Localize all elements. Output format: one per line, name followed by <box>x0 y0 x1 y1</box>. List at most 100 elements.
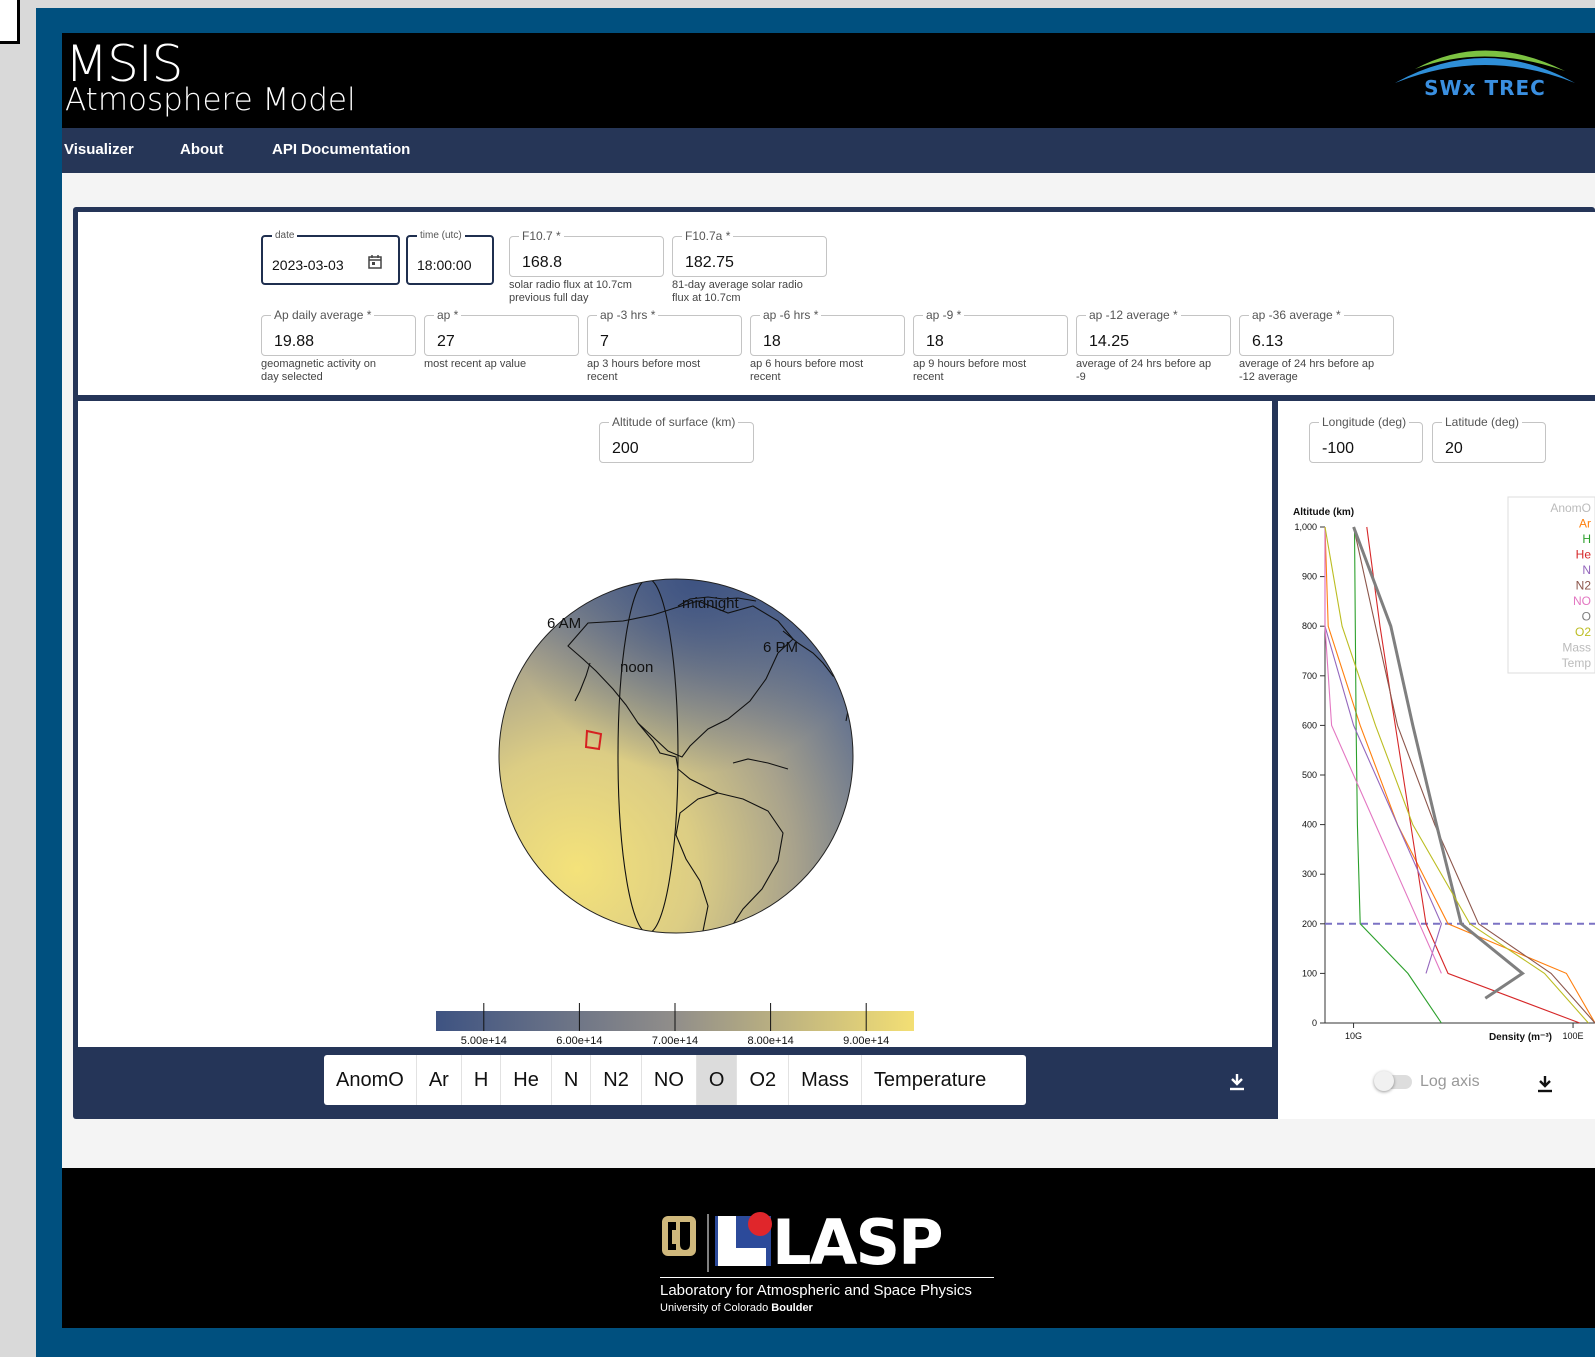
log-axis-toggle[interactable] <box>1374 1071 1414 1091</box>
ap-6hrs-value: 18 <box>763 333 781 350</box>
species-button-temperature[interactable]: Temperature <box>862 1055 998 1105</box>
ap-12-average-field[interactable]: ap -12 average * 14.25 <box>1076 308 1231 356</box>
f107a-label: F10.7a * <box>682 229 734 243</box>
cu-logo <box>662 1216 696 1256</box>
species-button-n2[interactable]: N2 <box>591 1055 642 1105</box>
time-field[interactable]: time (utc) 18:00:00 <box>406 230 494 285</box>
ap-36-average-value: 6.13 <box>1252 333 1284 350</box>
species-button-ar[interactable]: Ar <box>417 1055 462 1105</box>
species-button-no[interactable]: NO <box>642 1055 697 1105</box>
y-tick-label: 700 <box>1302 671 1317 681</box>
series-line-no <box>1324 527 1442 974</box>
ap-daily-label: Ap daily average * <box>271 308 375 322</box>
ap-field[interactable]: ap * 27 <box>424 308 579 356</box>
y-axis-title: Altitude (km) <box>1293 507 1354 518</box>
legend-item-no[interactable]: NO <box>1573 594 1591 608</box>
ap-36-average-help: average of 24 hrs before ap -12 average <box>1239 358 1375 383</box>
y-tick-label: 0 <box>1312 1018 1317 1028</box>
app-subtitle: Atmosphere Model <box>65 82 356 118</box>
legend-item-temp[interactable]: Temp <box>1562 656 1592 670</box>
lasp-logo[interactable]: LASP <box>660 1208 1000 1278</box>
download-map-icon[interactable] <box>1226 1071 1248 1093</box>
globe: 6 AM midnight noon 6 PM <box>498 578 854 934</box>
ap-36-average-label: ap -36 average * <box>1249 308 1344 322</box>
species-button-o2[interactable]: O2 <box>737 1055 790 1105</box>
species-button-h[interactable]: H <box>462 1055 502 1105</box>
legend-item-ar[interactable]: Ar <box>1579 517 1591 531</box>
ap-6hrs-field[interactable]: ap -6 hrs * 18 <box>750 308 905 356</box>
ap-daily-value: 19.88 <box>274 333 315 350</box>
latitude-label: Latitude (deg) <box>1442 415 1523 429</box>
f107a-field[interactable]: F10.7a * 182.75 <box>672 229 827 277</box>
footer: LASP Laboratory for Atmospheric and Spac… <box>62 1168 1595 1328</box>
species-button-mass[interactable]: Mass <box>789 1055 862 1105</box>
y-tick-label: 900 <box>1302 572 1317 582</box>
ap-3hrs-help: ap 3 hours before most recent <box>587 358 701 383</box>
log-axis-label: Log axis <box>1420 1073 1480 1090</box>
nav-api-documentation[interactable]: API Documentation <box>272 141 410 158</box>
density-profile-chart[interactable]: Altitude (km) Density (m⁻³) 0 100 200 300 40… <box>1278 491 1595 1051</box>
legend-item-n[interactable]: N <box>1582 563 1591 577</box>
toggle-knob <box>1374 1071 1394 1091</box>
species-selector: AnomO Ar H He N N2 NO O O2 Mass Temperature <box>324 1055 1026 1105</box>
legend-item-h[interactable]: H <box>1582 532 1591 546</box>
footer-divider <box>660 1277 994 1278</box>
nav-about[interactable]: About <box>180 141 223 158</box>
ap-3hrs-field[interactable]: ap -3 hrs * 7 <box>587 308 742 356</box>
colorbar-tick-label: 8.00e+14 <box>748 1035 794 1047</box>
footer-org-name: Laboratory for Atmospheric and Space Phy… <box>660 1282 972 1299</box>
ap-help: most recent ap value <box>424 358 527 370</box>
species-button-he[interactable]: He <box>501 1055 552 1105</box>
calendar-icon[interactable] <box>367 254 383 270</box>
annotation-6am: 6 AM <box>547 615 581 632</box>
longitude-value: -100 <box>1322 440 1355 457</box>
f107-label: F10.7 * <box>519 229 564 243</box>
swx-trec-logo[interactable]: SWx TREC <box>1385 41 1585 101</box>
f107a-value: 182.75 <box>685 254 734 271</box>
time-value: 18:00:00 <box>417 257 472 273</box>
ap-daily-help: geomagnetic activity on day selected <box>261 358 376 383</box>
longitude-field[interactable]: Longitude (deg) -100 <box>1309 415 1423 463</box>
ap-6hrs-label: ap -6 hrs * <box>760 308 822 322</box>
legend-item-mass[interactable]: Mass <box>1562 641 1591 655</box>
legend-item-he[interactable]: He <box>1576 548 1592 562</box>
ap-12-average-value: 14.25 <box>1089 333 1130 350</box>
f107-field[interactable]: F10.7 * 168.8 <box>509 229 664 277</box>
download-profile-icon[interactable] <box>1534 1073 1556 1095</box>
ap-3hrs-value: 7 <box>600 333 609 350</box>
f107-value: 168.8 <box>522 254 563 271</box>
date-value: 2023-03-03 <box>272 257 344 273</box>
species-button-o[interactable]: O <box>696 1055 738 1105</box>
ap-12-average-help: average of 24 hrs before ap -9 <box>1076 358 1212 383</box>
ap-6hrs-help: ap 6 hours before most recent <box>750 358 864 383</box>
latitude-field[interactable]: Latitude (deg) 20 <box>1432 415 1546 463</box>
longitude-label: Longitude (deg) <box>1319 415 1410 429</box>
y-tick-label: 600 <box>1302 720 1317 730</box>
ap-daily-field[interactable]: Ap daily average * 19.88 <box>261 308 416 356</box>
ap-36-average-field[interactable]: ap -36 average * 6.13 <box>1239 308 1394 356</box>
page-content: date 2023-03-03 time (utc) 18:00:00 F10.… <box>62 173 1595 1168</box>
ap-9-field[interactable]: ap -9 * 18 <box>913 308 1068 356</box>
legend-item-anomo[interactable]: AnomO <box>1550 501 1591 515</box>
legend-item-o2[interactable]: O2 <box>1575 625 1591 639</box>
y-tick-label: 100 <box>1302 968 1317 978</box>
x-axis-title: Density (m⁻³) <box>1489 1032 1552 1043</box>
colorbar-tick-label: 6.00e+14 <box>556 1035 602 1047</box>
nav-visualizer[interactable]: Visualizer <box>64 141 134 158</box>
series-line-o <box>1352 526 1526 1000</box>
time-label: time (utc) <box>417 230 465 241</box>
globe-map[interactable]: 6 AM midnight noon 6 PM 5.00e+14 6.00e+14… <box>78 401 1272 1047</box>
ap-value: 27 <box>437 333 455 350</box>
ap-label: ap * <box>434 308 462 322</box>
f107a-help: 81-day average solar radio flux at 10.7cm <box>672 279 803 304</box>
species-button-n[interactable]: N <box>552 1055 592 1105</box>
species-button-anomo[interactable]: AnomO <box>324 1055 417 1105</box>
date-field[interactable]: date 2023-03-03 <box>261 230 400 285</box>
y-tick-label: 200 <box>1302 919 1317 929</box>
nav-bar: Visualizer About API Documentation <box>62 128 1595 173</box>
app-frame: MSIS Atmosphere Model SWx TREC Visualize… <box>36 8 1595 1357</box>
ap-9-help: ap 9 hours before most recent <box>913 358 1027 383</box>
legend-item-n2[interactable]: N2 <box>1576 579 1592 593</box>
annotation-6pm: 6 PM <box>763 639 798 656</box>
legend-item-o[interactable]: O <box>1582 610 1591 624</box>
